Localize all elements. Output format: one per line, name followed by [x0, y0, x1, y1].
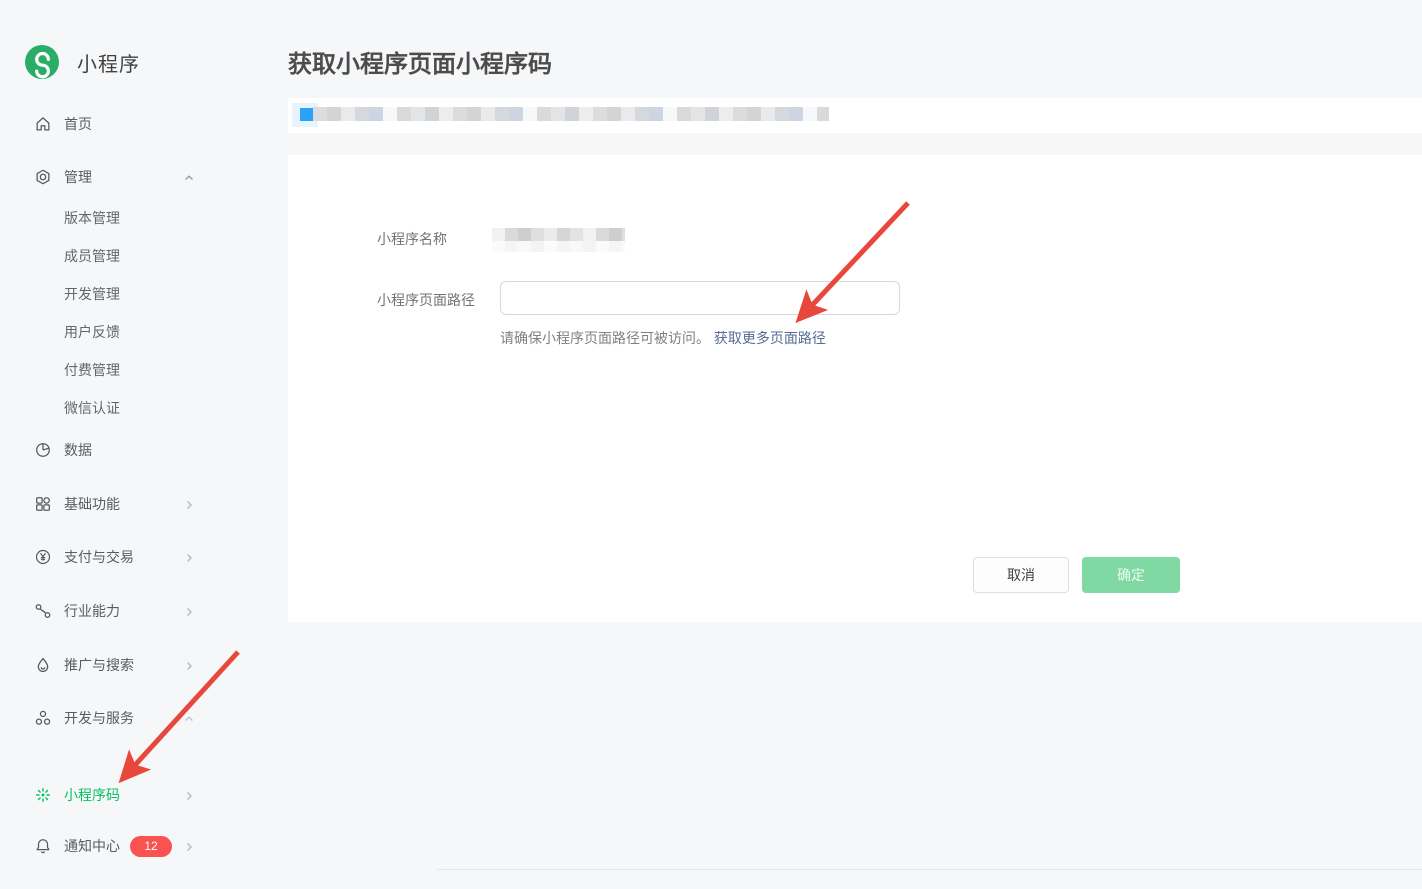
sidebar-item-label: 推广与搜索: [64, 655, 134, 675]
sidebar-item-notification-center[interactable]: 通知中心 12: [0, 832, 288, 860]
sidebar-subitem-label: 开发管理: [64, 284, 120, 304]
sidebar-item-label: 小程序码: [64, 785, 120, 805]
sidebar: 小程序 首页 管理 版本管理 成员管理: [0, 0, 288, 889]
sidebar-item-basic-features[interactable]: 基础功能: [0, 490, 288, 518]
app-window: 小程序 首页 管理 版本管理 成员管理: [0, 0, 1422, 889]
sidebar-item-dev-services[interactable]: 开发与服务: [0, 704, 288, 732]
path-helper-text: 请确保小程序页面路径可被访问。: [500, 330, 710, 346]
components-grid-icon: [34, 495, 52, 513]
pie-chart-icon: [34, 441, 52, 459]
sidebar-item-label: 行业能力: [64, 601, 120, 621]
chevron-right-icon: [183, 551, 195, 563]
cluster-circles-icon: [34, 709, 52, 727]
redacted-mini-program-name-shadow: [492, 241, 625, 252]
brand-title: 小程序: [77, 48, 140, 77]
sidebar-item-label: 开发与服务: [64, 708, 134, 728]
sidebar-item-payment-trade[interactable]: 支付与交易: [0, 543, 288, 571]
footer-divider: [437, 869, 1422, 870]
sidebar-subitem-label: 版本管理: [64, 208, 120, 228]
sidebar-subitem-payment-management[interactable]: 付费管理: [64, 358, 264, 382]
path-helper: 请确保小程序页面路径可被访问。 获取更多页面路径: [500, 328, 826, 348]
chevron-up-icon: [183, 171, 195, 183]
path-label: 小程序页面路径: [377, 290, 475, 310]
mini-program-logo-icon: [25, 45, 59, 79]
bell-icon: [34, 837, 52, 855]
sidebar-subitem-label: 付费管理: [64, 360, 120, 380]
sidebar-subitem-version-management[interactable]: 版本管理: [64, 206, 264, 230]
cancel-button[interactable]: 取消: [973, 557, 1069, 593]
flame-icon: [34, 656, 52, 674]
chevron-right-icon: [183, 659, 195, 671]
form-panel: [288, 155, 1422, 622]
sidebar-subitem-label: 微信认证: [64, 398, 120, 418]
chevron-up-icon: [183, 712, 195, 724]
sidebar-item-management[interactable]: 管理: [0, 163, 288, 191]
page-path-input[interactable]: [500, 281, 900, 315]
redacted-breadcrumb-text: [313, 107, 829, 121]
industry-nodes-icon: [34, 602, 52, 620]
sidebar-item-home[interactable]: 首页: [0, 110, 288, 138]
management-icon: [34, 168, 52, 186]
brand: 小程序: [25, 45, 140, 79]
confirm-button[interactable]: 确定: [1082, 557, 1180, 593]
get-more-paths-link[interactable]: 获取更多页面路径: [714, 330, 826, 346]
sidebar-item-mini-program-code[interactable]: 小程序码: [0, 781, 288, 809]
name-label: 小程序名称: [377, 229, 447, 249]
sidebar-subitem-member-management[interactable]: 成员管理: [64, 244, 264, 268]
yen-circle-icon: [34, 548, 52, 566]
chevron-right-icon: [183, 840, 195, 852]
sidebar-item-promotion-search[interactable]: 推广与搜索: [0, 651, 288, 679]
sidebar-item-label: 数据: [64, 440, 92, 460]
sidebar-item-data[interactable]: 数据: [0, 436, 288, 464]
page-title: 获取小程序页面小程序码: [288, 44, 552, 79]
sidebar-item-label: 支付与交易: [64, 547, 134, 567]
sidebar-subitem-user-feedback[interactable]: 用户反馈: [64, 320, 264, 344]
sidebar-subitem-label: 用户反馈: [64, 322, 120, 342]
notification-count-badge: 12: [130, 836, 172, 857]
sidebar-item-industry-capability[interactable]: 行业能力: [0, 597, 288, 625]
mini-program-code-icon: [34, 786, 52, 804]
home-icon: [34, 115, 52, 133]
chevron-right-icon: [183, 789, 195, 801]
chevron-right-icon: [183, 605, 195, 617]
sidebar-item-label: 通知中心: [64, 836, 120, 856]
sidebar-item-label: 基础功能: [64, 494, 120, 514]
sidebar-item-label: 管理: [64, 167, 92, 187]
redacted-mini-program-name: [492, 228, 625, 241]
sidebar-subitem-dev-management[interactable]: 开发管理: [64, 282, 264, 306]
chevron-right-icon: [183, 498, 195, 510]
sidebar-subitem-wechat-verification[interactable]: 微信认证: [64, 396, 264, 420]
sidebar-item-label: 首页: [64, 114, 92, 134]
redacted-breadcrumb-avatar: [300, 108, 313, 121]
sidebar-subitem-label: 成员管理: [64, 246, 120, 266]
